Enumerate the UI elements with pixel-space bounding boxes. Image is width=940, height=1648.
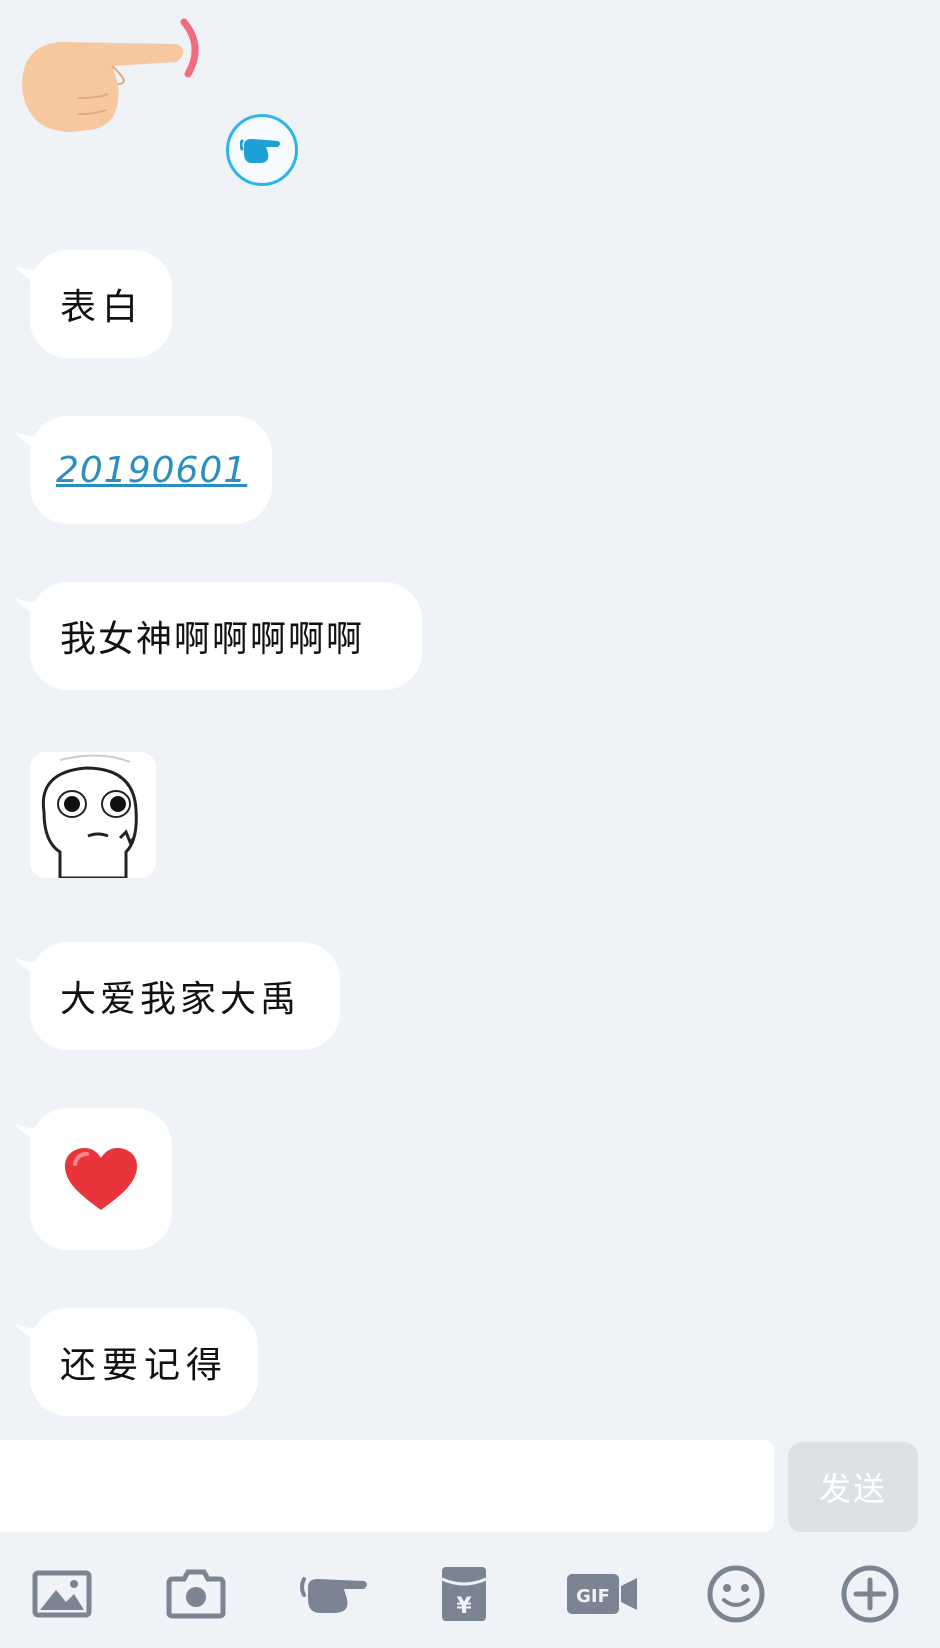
poke-icon[interactable]	[288, 1554, 388, 1634]
heart-icon	[65, 1148, 137, 1210]
message-bubble[interactable]	[30, 1108, 172, 1250]
message-link[interactable]: 20190601	[56, 450, 247, 491]
message-text: 还要记得	[60, 1345, 229, 1386]
red-packet-glyph: ¥	[456, 1594, 472, 1619]
poke-badge-icon[interactable]	[226, 114, 298, 186]
toolbar: ¥ GIF	[0, 1540, 940, 1648]
emoji-icon[interactable]	[696, 1554, 776, 1634]
message-bubble[interactable]: 还要记得	[30, 1308, 258, 1416]
input-row: 发送	[0, 1440, 940, 1536]
message-bubble[interactable]: 表白	[30, 250, 172, 358]
red-packet-icon[interactable]: ¥	[424, 1554, 504, 1634]
send-button[interactable]: 发送	[788, 1442, 918, 1532]
gif-glyph: GIF	[576, 1586, 610, 1607]
meme-face-icon[interactable]	[30, 752, 156, 878]
message-bubble[interactable]: 20190601	[30, 416, 272, 524]
message-bubble[interactable]: 大爱我家大禹	[30, 942, 340, 1050]
chat-area: 表白 20190601 我女神啊啊啊啊啊 大爱我家大禹 还要记得	[0, 0, 940, 1440]
message-text: 我女神啊啊啊啊啊	[60, 619, 365, 660]
plus-icon[interactable]	[830, 1554, 910, 1634]
message-input[interactable]	[0, 1440, 774, 1532]
message-bubble[interactable]: 我女神啊啊啊啊啊	[30, 582, 422, 690]
camera-icon[interactable]	[156, 1554, 236, 1634]
poke-hand-sticker[interactable]	[12, 14, 208, 144]
gif-icon[interactable]: GIF	[560, 1554, 644, 1634]
message-text: 表白	[60, 287, 145, 328]
message-text: 大爱我家大禹	[60, 979, 301, 1020]
image-icon[interactable]	[22, 1554, 102, 1634]
